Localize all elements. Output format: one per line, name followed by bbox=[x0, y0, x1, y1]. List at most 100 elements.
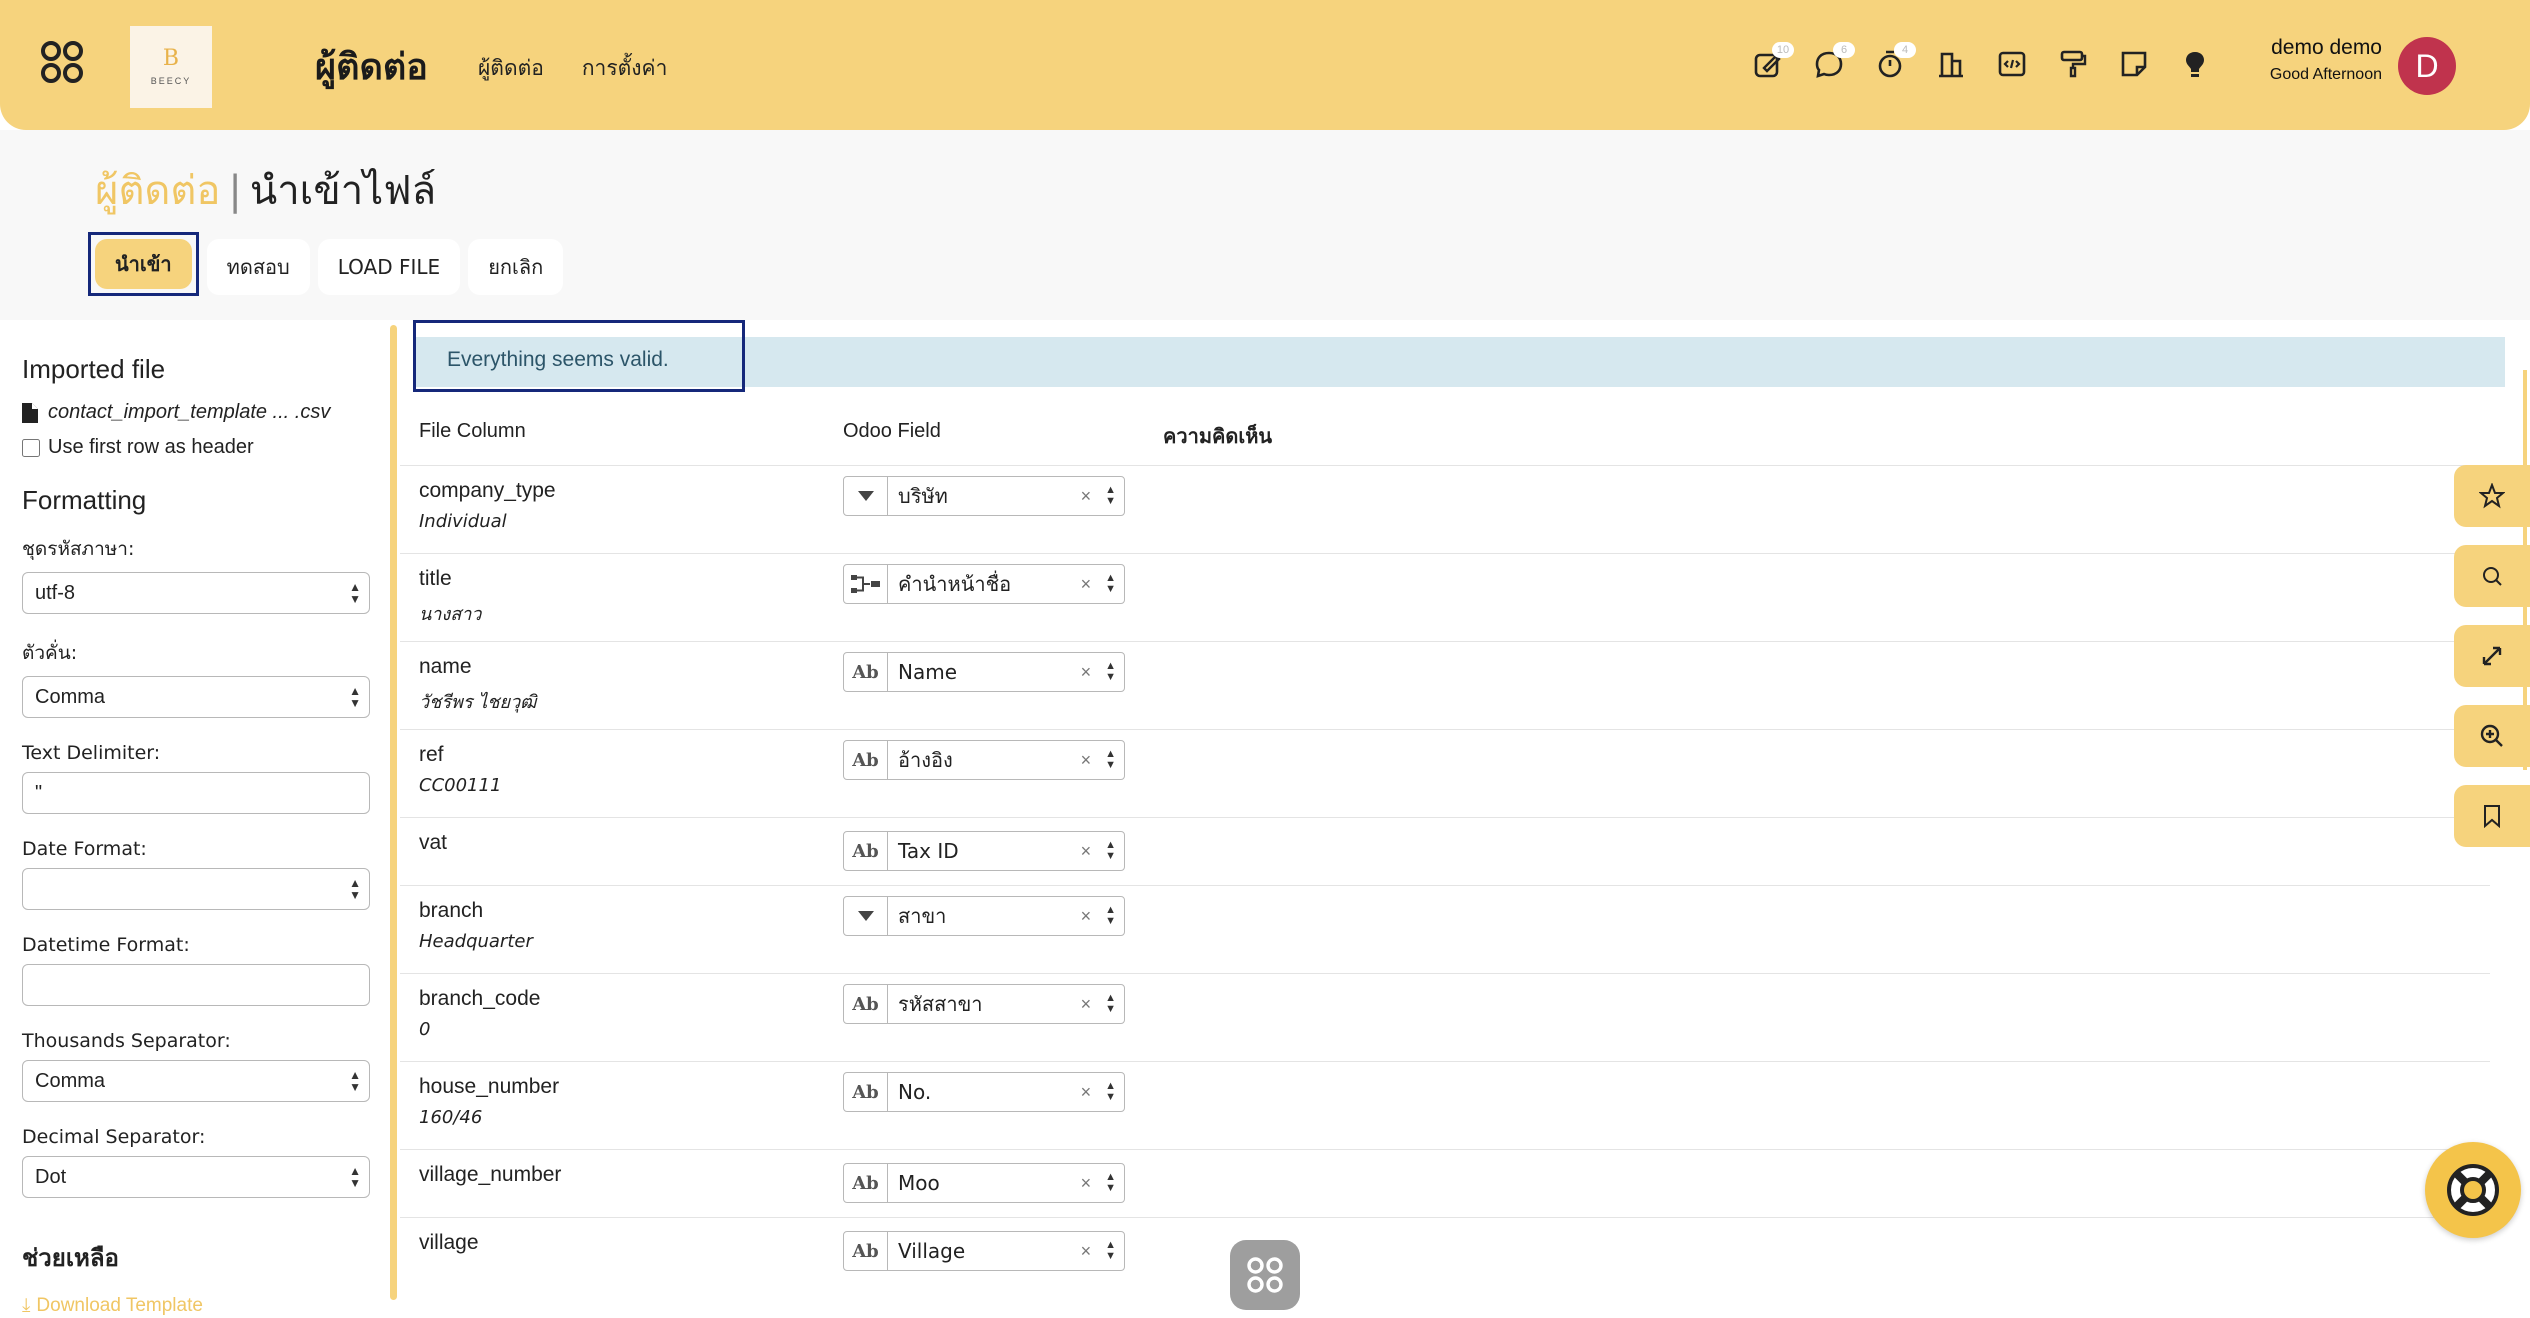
activity-icon[interactable]: 10 bbox=[1752, 42, 1794, 84]
app-dock-icon[interactable] bbox=[1230, 1240, 1300, 1310]
clear-icon[interactable]: × bbox=[1081, 1173, 1092, 1194]
search-icon[interactable] bbox=[2454, 545, 2530, 607]
clear-icon[interactable]: × bbox=[1081, 1082, 1092, 1103]
file-column-sample: นางสาว bbox=[419, 604, 482, 625]
breadcrumb-parent[interactable]: ผู้ติดต่อ bbox=[95, 168, 220, 214]
load-file-button[interactable]: LOAD FILE bbox=[317, 239, 461, 295]
text-field-type-icon: Ab bbox=[844, 1232, 888, 1270]
download-template-label: Download Template bbox=[36, 1295, 203, 1316]
mapping-row: name วัชรีพร ไชยวุฒิ Ab Name × ▲ ▼ bbox=[400, 641, 2490, 729]
odoo-field-value: Tax ID bbox=[898, 839, 959, 863]
lightbulb-icon[interactable] bbox=[2179, 48, 2215, 84]
clear-icon[interactable]: × bbox=[1081, 574, 1092, 595]
imported-file: contact_import_template ... .csv bbox=[22, 401, 390, 424]
mapping-rows: company_type Individual บริษัท × ▲ ▼ title นางส… bbox=[400, 465, 2490, 1285]
note-icon[interactable] bbox=[2118, 48, 2154, 84]
file-column-name: village bbox=[419, 1231, 479, 1254]
timer-badge: 4 bbox=[1894, 42, 1916, 58]
odoo-field-select[interactable]: Ab Village × ▲ ▼ bbox=[843, 1231, 1125, 1271]
header-file-column: File Column bbox=[419, 420, 526, 442]
file-column-sample: Headquarter bbox=[419, 931, 533, 952]
date-format-select[interactable]: ▲ ▼ bbox=[22, 868, 370, 910]
first-row-header-option[interactable]: Use first row as header bbox=[22, 436, 390, 459]
odoo-field-select[interactable]: Ab Moo × ▲ ▼ bbox=[843, 1163, 1125, 1203]
company-logo[interactable]: B BEECY bbox=[130, 26, 212, 108]
apps-menu-icon[interactable] bbox=[40, 40, 104, 96]
thousands-separator-label: Thousands Separator: bbox=[22, 1030, 231, 1052]
cancel-button[interactable]: ยกเลิก bbox=[468, 239, 564, 295]
odoo-field-select[interactable]: คำนำหน้าชื่อ × ▲ ▼ bbox=[843, 564, 1125, 604]
odoo-field-value: สาขา bbox=[898, 904, 947, 928]
clear-icon[interactable]: × bbox=[1081, 486, 1092, 507]
odoo-field-select[interactable]: Ab รหัสสาขา × ▲ ▼ bbox=[843, 984, 1125, 1024]
action-buttons: นำเข้า ทดสอบ LOAD FILE ยกเลิก bbox=[88, 232, 564, 296]
text-field-type-icon: Ab bbox=[844, 1073, 888, 1111]
clear-icon[interactable]: × bbox=[1081, 994, 1092, 1015]
encoding-select[interactable]: utf-8 ▲ ▼ bbox=[22, 572, 370, 614]
text-field-type-icon: Ab bbox=[844, 832, 888, 870]
text-field-type-icon: Ab bbox=[844, 653, 888, 691]
decimal-separator-select[interactable]: Dot ▲ ▼ bbox=[22, 1156, 370, 1198]
file-column-name: company_type bbox=[419, 479, 556, 502]
support-lifebuoy-icon[interactable] bbox=[2425, 1142, 2521, 1238]
zoom-in-icon[interactable] bbox=[2454, 705, 2530, 767]
odoo-field-select[interactable]: Ab No. × ▲ ▼ bbox=[843, 1072, 1125, 1112]
avatar[interactable]: D bbox=[2398, 37, 2456, 95]
decimal-separator-label: Decimal Separator: bbox=[22, 1126, 206, 1148]
odoo-field-value: คำนำหน้าชื่อ bbox=[898, 572, 1012, 596]
odoo-field-value: รหัสสาขา bbox=[898, 992, 983, 1016]
separator-select[interactable]: Comma ▲ ▼ bbox=[22, 676, 370, 718]
test-button[interactable]: ทดสอบ bbox=[206, 239, 310, 295]
import-mapping-panel: File Column Odoo Field ความคิดเห็น compa… bbox=[400, 320, 2530, 1318]
select-arrows-icon: ▲ ▼ bbox=[1105, 748, 1116, 771]
systray: 10 6 4 bbox=[1752, 42, 2215, 84]
datetime-format-input[interactable] bbox=[22, 964, 370, 1006]
clear-icon[interactable]: × bbox=[1081, 906, 1092, 927]
odoo-field-select[interactable]: Ab อ้างอิง × ▲ ▼ bbox=[843, 740, 1125, 780]
odoo-field-value: อ้างอิง bbox=[898, 748, 953, 772]
odoo-field-select[interactable]: Ab Name × ▲ ▼ bbox=[843, 652, 1125, 692]
text-delimiter-input[interactable]: " bbox=[22, 772, 370, 814]
odoo-field-value: Moo bbox=[898, 1171, 940, 1195]
clear-icon[interactable]: × bbox=[1081, 750, 1092, 771]
odoo-field-value: บริษัท bbox=[898, 484, 948, 508]
odoo-field-select[interactable]: สาขา × ▲ ▼ bbox=[843, 896, 1125, 936]
app-title[interactable]: ผู้ติดต่อ bbox=[315, 38, 428, 95]
clear-icon[interactable]: × bbox=[1081, 662, 1092, 683]
download-template-link[interactable]: ⤓ Download Template bbox=[22, 1295, 390, 1317]
messages-icon[interactable]: 6 bbox=[1813, 42, 1855, 84]
menu-item-settings[interactable]: การตั้งค่า bbox=[582, 52, 668, 85]
code-icon[interactable] bbox=[1996, 48, 2032, 84]
odoo-field-select[interactable]: บริษัท × ▲ ▼ bbox=[843, 476, 1125, 516]
import-button[interactable]: นำเข้า bbox=[95, 239, 192, 289]
breadcrumb-separator: | bbox=[228, 168, 242, 214]
mapping-row: village Ab Village × ▲ ▼ bbox=[400, 1217, 2490, 1285]
odoo-field-select[interactable]: Ab Tax ID × ▲ ▼ bbox=[843, 831, 1125, 871]
timer-icon[interactable]: 4 bbox=[1874, 42, 1916, 84]
bookmark-icon[interactable] bbox=[2454, 785, 2530, 847]
expand-icon[interactable] bbox=[2454, 625, 2530, 687]
select-arrows-icon: ▲ ▼ bbox=[1105, 1080, 1116, 1103]
menu-item-contacts[interactable]: ผู้ติดต่อ bbox=[478, 52, 544, 85]
first-row-header-checkbox[interactable] bbox=[22, 438, 40, 457]
user-menu[interactable]: demo demo Good Afternoon bbox=[2240, 36, 2382, 84]
file-column-name: ref bbox=[419, 743, 444, 766]
user-greeting: Good Afternoon bbox=[2269, 66, 2382, 83]
company-switch-icon[interactable] bbox=[1935, 48, 1971, 84]
thousands-separator-select[interactable]: Comma ▲ ▼ bbox=[22, 1060, 370, 1102]
encoding-label: ชุดรหัสภาษา: bbox=[22, 538, 135, 560]
file-column-name: name bbox=[419, 655, 472, 678]
import-options-sidebar: Imported file contact_import_template ..… bbox=[0, 320, 390, 1318]
file-column-name: title bbox=[419, 567, 452, 590]
file-column-sample: วัชรีพร ไชยวุฒิ bbox=[419, 692, 537, 713]
mapping-row: branch_code 0 Ab รหัสสาขา × ▲ ▼ bbox=[400, 973, 2490, 1061]
file-column-sample: CC00111 bbox=[419, 775, 502, 796]
sidebar-scrollbar[interactable] bbox=[390, 325, 397, 1300]
first-row-header-label: Use first row as header bbox=[48, 436, 254, 458]
clear-icon[interactable]: × bbox=[1081, 1241, 1092, 1262]
clear-icon[interactable]: × bbox=[1081, 841, 1092, 862]
odoo-field-value: Name bbox=[898, 660, 958, 684]
paint-roller-icon[interactable] bbox=[2057, 48, 2093, 84]
select-arrows-icon: ▲ ▼ bbox=[1105, 572, 1116, 595]
favorite-star-icon[interactable] bbox=[2454, 465, 2530, 527]
